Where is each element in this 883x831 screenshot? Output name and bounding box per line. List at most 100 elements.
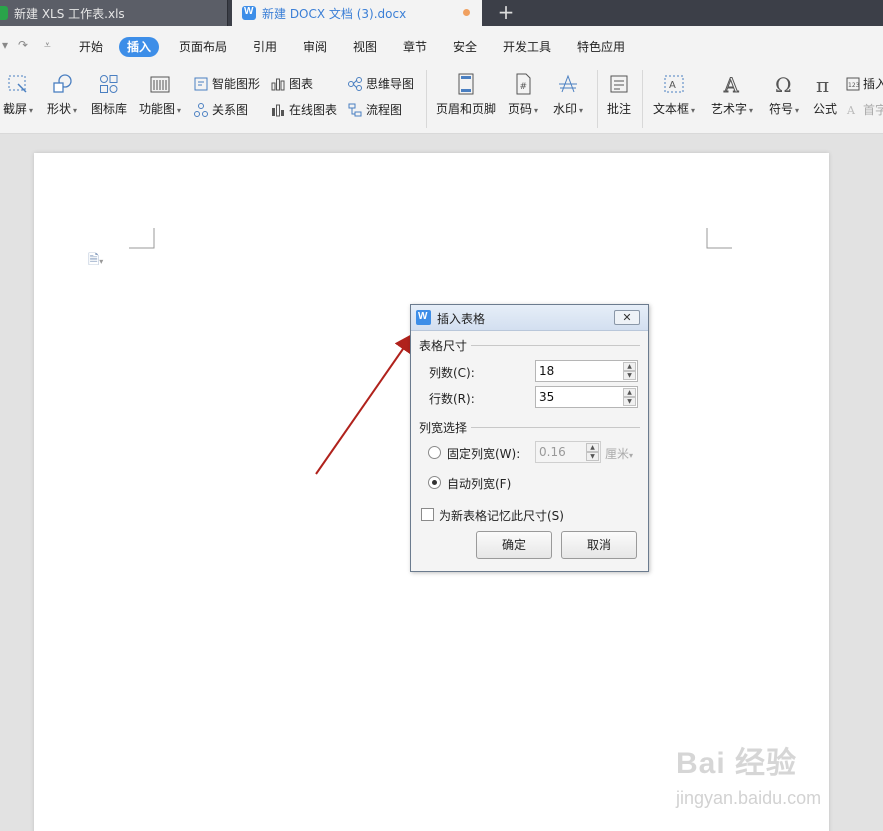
watermark-url: jingyan.baidu.com xyxy=(676,788,822,808)
spin-down-icon[interactable]: ▼ xyxy=(623,371,636,380)
menu-home[interactable]: 开始 xyxy=(79,37,103,57)
page-number-button[interactable]: # 页码 ▾ xyxy=(505,72,541,124)
online-chart-button[interactable]: 在线图表 xyxy=(270,100,337,120)
tab-label: 新建 DOCX 文档 (3).docx xyxy=(262,6,407,21)
cancel-button[interactable]: 取消 xyxy=(561,531,637,559)
svg-text:#: # xyxy=(520,82,528,92)
menu-security[interactable]: 安全 xyxy=(453,37,477,57)
ribbon-separator xyxy=(597,70,598,128)
comment-icon xyxy=(610,75,628,93)
rows-input[interactable]: 35 xyxy=(539,390,554,404)
spin-up-icon[interactable]: ▲ xyxy=(623,388,636,397)
chart-button[interactable]: 图表 xyxy=(270,74,313,94)
formula-button[interactable]: π 公式 xyxy=(810,72,840,124)
svg-text:123: 123 xyxy=(848,82,860,89)
redo-icon[interactable]: ↷ xyxy=(18,38,28,52)
flowchart-icon xyxy=(348,103,362,117)
ribbon-insert: 截屏 ▾ 形状 ▾ 图标库 功能图 ▾ 智能图形 图表 思维导图 关系图 在线图表 流… xyxy=(0,66,883,134)
tab-bar: 新建 XLS 工作表.xls 新建 DOCX 文档 (3).docx + xyxy=(0,0,883,26)
spinner-buttons: ▲ ▼ xyxy=(586,443,599,461)
ok-button[interactable]: 确定 xyxy=(476,531,552,559)
comment-button[interactable]: 批注 xyxy=(604,72,634,124)
tab-label: 新建 XLS 工作表.xls xyxy=(14,6,125,21)
function-chart-button[interactable]: 功能图 ▾ xyxy=(136,72,184,124)
shapes-icon xyxy=(53,74,72,93)
tab-xls-file[interactable]: 新建 XLS 工作表.xls xyxy=(0,0,228,26)
spin-down-icon[interactable]: ▼ xyxy=(623,397,636,406)
tab-docx-file[interactable]: 新建 DOCX 文档 (3).docx xyxy=(232,0,482,26)
spin-up-icon: ▲ xyxy=(586,443,599,452)
rows-spinner[interactable]: 35 ▲ ▼ xyxy=(535,386,638,408)
fixed-width-input: 0.16 xyxy=(539,445,566,459)
spin-down-icon: ▼ xyxy=(586,452,599,461)
page-number-icon: # xyxy=(516,73,531,95)
auto-width-label: 自动列宽(F) xyxy=(447,477,512,491)
smart-art-button[interactable]: 智能图形 xyxy=(193,74,260,94)
pi-icon: π xyxy=(816,73,829,96)
chevron-down-icon[interactable]: ▾ xyxy=(2,38,8,52)
relation-chart-button[interactable]: 关系图 xyxy=(193,100,248,120)
symbol-button[interactable]: Ω 符号 ▾ xyxy=(766,72,802,124)
paragraph-layout-icon[interactable]: 🗎▾ xyxy=(88,249,103,273)
columns-spinner[interactable]: 18 ▲ ▼ xyxy=(535,360,638,382)
relation-chart-icon xyxy=(194,103,208,117)
fixed-width-spinner: 0.16 ▲ ▼ xyxy=(535,441,601,463)
unit-dropdown: 厘米▾ xyxy=(605,447,634,461)
dialog-title: 插入表格 xyxy=(437,312,486,326)
number-123-icon: 123 xyxy=(846,77,860,91)
ribbon-separator xyxy=(426,70,427,128)
page-corner-mark-right xyxy=(706,228,732,249)
svg-text:A: A xyxy=(669,80,676,91)
shapes-button[interactable]: 形状 ▾ xyxy=(42,72,82,124)
columns-label: 列数(C): xyxy=(429,366,475,380)
icon-library-icon xyxy=(100,75,118,93)
dropcap-icon: A xyxy=(846,104,856,117)
online-chart-icon xyxy=(272,104,284,117)
watermark-button[interactable]: 水印 ▾ xyxy=(549,72,587,124)
spin-up-icon[interactable]: ▲ xyxy=(623,362,636,371)
auto-width-radio[interactable] xyxy=(428,476,441,489)
svg-text:A: A xyxy=(723,73,739,96)
menu-special-apps[interactable]: 特色应用 xyxy=(577,37,625,57)
insert-number-button[interactable]: 123 插入 xyxy=(846,74,883,94)
svg-text:Ω: Ω xyxy=(775,73,792,96)
ribbon-separator xyxy=(642,70,643,128)
menu-references[interactable]: 引用 xyxy=(253,37,277,57)
dropcap-button[interactable]: A 首字 xyxy=(846,100,883,120)
new-tab-plus-icon[interactable]: + xyxy=(495,0,517,26)
insert-table-dialog: 插入表格 ✕ 表格尺寸 列数(C): 18 ▲ ▼ 行数(R): 35 ▲ ▼ … xyxy=(410,304,649,572)
dialog-titlebar[interactable]: 插入表格 ✕ xyxy=(411,305,648,331)
column-width-group-label: 列宽选择 xyxy=(419,419,472,436)
customize-toolbar-icon[interactable]: ⩡ xyxy=(44,38,51,53)
rows-label: 行数(R): xyxy=(429,392,475,406)
remember-size-checkbox[interactable] xyxy=(421,508,434,521)
writer-icon xyxy=(416,310,431,325)
menu-bar: ▾ ↷ ⩡ 开始 插入 页面布局 引用 审阅 视图 章节 安全 开发工具 特色应… xyxy=(0,26,883,66)
header-footer-icon xyxy=(458,73,474,95)
icon-library-button[interactable]: 图标库 xyxy=(88,72,130,124)
mind-map-icon xyxy=(348,77,362,91)
menu-section[interactable]: 章节 xyxy=(403,37,427,57)
watermark-logo: Bai 经验 xyxy=(676,747,798,780)
menu-page-layout[interactable]: 页面布局 xyxy=(179,37,227,57)
fixed-width-radio[interactable] xyxy=(428,446,441,459)
close-button[interactable]: ✕ xyxy=(614,310,640,325)
menu-review[interactable]: 审阅 xyxy=(303,37,327,57)
screenshot-icon xyxy=(8,75,27,93)
menu-insert[interactable]: 插入 xyxy=(119,37,160,57)
screenshot-button[interactable]: 截屏 ▾ xyxy=(0,72,36,124)
mind-map-button[interactable]: 思维导图 xyxy=(347,74,414,94)
spreadsheet-icon xyxy=(0,6,8,20)
menu-developer-tools[interactable]: 开发工具 xyxy=(503,37,551,57)
flowchart-button[interactable]: 流程图 xyxy=(347,100,402,120)
text-box-button[interactable]: A 文本框 ▾ xyxy=(650,72,698,124)
menu-view[interactable]: 视图 xyxy=(353,37,377,57)
svg-text:A: A xyxy=(846,104,856,117)
baidu-jingyan-watermark: Bai 经验 jingyan.baidu.com xyxy=(676,738,876,828)
text-box-icon: A xyxy=(664,75,684,93)
header-footer-button[interactable]: 页眉和页脚 xyxy=(434,72,498,124)
function-chart-icon xyxy=(150,76,170,93)
columns-input[interactable]: 18 xyxy=(539,364,554,378)
word-art-button[interactable]: A 艺术字 ▾ xyxy=(707,72,757,124)
smart-art-icon xyxy=(194,77,208,91)
